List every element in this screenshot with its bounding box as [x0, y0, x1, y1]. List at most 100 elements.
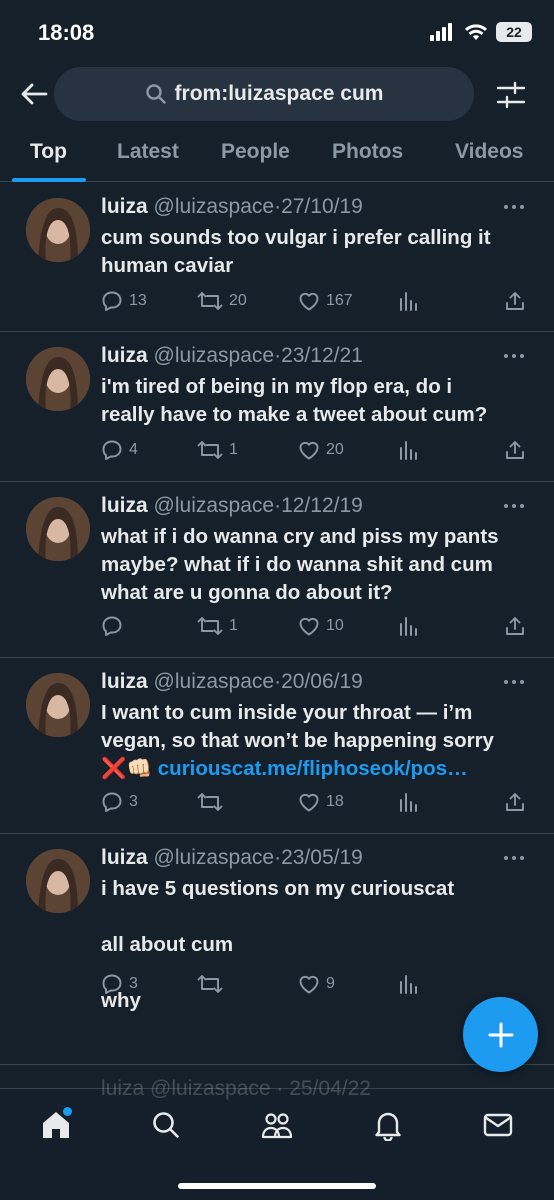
author-name[interactable]: luiza [101, 670, 148, 693]
emoji: ❌👊🏻 [101, 757, 153, 780]
author-handle[interactable]: @luizaspace [154, 670, 275, 693]
author-handle[interactable]: @luizaspace [154, 344, 275, 367]
author-handle[interactable]: @luizaspace [154, 846, 275, 869]
heart-icon [299, 975, 319, 994]
search-query: from:luizaspace cum [174, 82, 384, 105]
tweet-line: ❌👊🏻 curiouscat.me/fliphoseok/pos… [101, 755, 531, 783]
share-button[interactable] [504, 615, 526, 637]
tweet[interactable]: luiza @luizaspace·20/06/19 I want to cum… [0, 658, 554, 834]
retweet-button[interactable]: 20 [197, 290, 247, 312]
reply-button[interactable] [101, 615, 129, 637]
status-bar: 18:08 22 [0, 0, 554, 62]
share-button[interactable] [504, 791, 526, 813]
compose-tweet-button[interactable] [463, 997, 538, 1072]
views-icon [400, 617, 417, 636]
views-button[interactable] [398, 791, 418, 813]
tweet-date[interactable]: 20/06/19 [281, 670, 363, 693]
share-button[interactable] [504, 439, 526, 461]
wifi-icon [465, 24, 487, 40]
avatar[interactable] [26, 673, 90, 737]
tweet-line: what if i do wanna cry and piss my pants [101, 525, 499, 548]
author-name[interactable]: luiza [101, 846, 148, 869]
reply-count: 4 [129, 441, 138, 458]
retweet-button[interactable]: 1 [197, 615, 238, 637]
like-button[interactable]: 167 [298, 290, 353, 312]
avatar[interactable] [26, 347, 90, 411]
tweet-line: i have 5 questions on my curiouscat [101, 877, 455, 900]
views-button[interactable] [398, 439, 418, 461]
tab-people[interactable]: People [221, 140, 290, 164]
nav-notifications[interactable] [368, 1105, 408, 1145]
nav-communities[interactable] [257, 1105, 297, 1145]
share-button[interactable] [504, 290, 526, 312]
reply-button[interactable]: 4 [101, 439, 138, 461]
tweet-line: all about cum [101, 933, 234, 956]
like-button[interactable]: 10 [298, 615, 344, 637]
retweet-icon [197, 975, 223, 993]
search-input[interactable]: from:luizaspace cum [54, 67, 474, 121]
retweet-button[interactable] [197, 973, 229, 995]
tweet-link[interactable]: curiouscat.me/fliphoseok/pos… [158, 757, 468, 780]
share-icon [506, 441, 524, 459]
share-icon [506, 793, 524, 811]
tab-photos[interactable]: Photos [332, 140, 403, 164]
tweet-header: luiza @luizaspace·27/10/19 [101, 195, 363, 219]
author-handle[interactable]: @luizaspace [154, 494, 275, 517]
tab-latest[interactable]: Latest [117, 140, 179, 164]
avatar[interactable] [26, 849, 90, 913]
retweet-button[interactable]: 1 [197, 439, 238, 461]
tweet[interactable]: luiza @luizaspace·27/10/19 cum sounds to… [0, 183, 554, 332]
tweet-date[interactable]: 23/12/21 [281, 344, 363, 367]
reply-count: 3 [129, 793, 138, 810]
more-icon[interactable] [502, 199, 526, 215]
battery-indicator: 22 [496, 22, 532, 42]
home-indicator[interactable] [178, 1183, 376, 1189]
views-button[interactable] [398, 290, 418, 312]
tweet-text: cum sounds too vulgar i prefer calling i… [101, 224, 531, 280]
nav-home[interactable] [36, 1105, 76, 1145]
author-name[interactable]: luiza [101, 344, 148, 367]
tweet-line: really have to make a tweet about cum? [101, 403, 488, 426]
views-button[interactable] [398, 615, 418, 637]
nav-search[interactable] [146, 1105, 186, 1145]
more-icon[interactable] [502, 850, 526, 866]
more-icon[interactable] [502, 674, 526, 690]
like-button[interactable]: 9 [298, 973, 335, 995]
like-button[interactable]: 20 [298, 439, 344, 461]
tweet[interactable]: luiza @luizaspace·23/12/21 i'm tired of … [0, 332, 554, 482]
reply-button[interactable]: 13 [101, 290, 147, 312]
tweet-date[interactable]: 12/12/19 [281, 494, 363, 517]
tab-videos[interactable]: Videos [455, 140, 523, 164]
reply-button[interactable]: 3 [101, 791, 138, 813]
back-arrow-icon[interactable] [18, 78, 50, 110]
more-icon[interactable] [502, 498, 526, 514]
retweet-button[interactable] [197, 791, 229, 813]
author-name[interactable]: luiza [101, 195, 148, 218]
author-handle[interactable]: @luizaspace [154, 195, 275, 218]
bell-icon [375, 1112, 401, 1141]
communities-icon [261, 1113, 293, 1139]
retweet-icon [197, 441, 223, 459]
tweet[interactable]: luiza @luizaspace·12/12/19 what if i do … [0, 482, 554, 658]
tweet-text: I want to cum inside your throat — i’m ve… [101, 699, 531, 783]
views-icon [400, 975, 417, 994]
avatar[interactable] [26, 198, 90, 262]
tweet-date[interactable]: 27/10/19 [281, 195, 363, 218]
more-icon[interactable] [502, 348, 526, 364]
tweet-date[interactable]: 23/05/19 [281, 846, 363, 869]
tweet-line: i'm tired of being in my flop era, do i [101, 375, 453, 398]
filter-sliders-icon[interactable] [494, 78, 528, 112]
next-tweet-peek: luiza @luizaspace · 25/04/22 [101, 1077, 371, 1100]
like-button[interactable]: 18 [298, 791, 344, 813]
tweet-actions: 3 18 [101, 791, 531, 815]
views-button[interactable] [398, 973, 418, 995]
reply-button[interactable]: 3 [101, 973, 138, 995]
tab-top[interactable]: Top [30, 140, 67, 164]
nav-messages[interactable] [478, 1105, 518, 1145]
tweet-line: what are u gonna do about it? [101, 581, 393, 604]
author-name[interactable]: luiza [101, 494, 148, 517]
heart-icon [299, 292, 319, 311]
like-count: 10 [326, 617, 344, 634]
avatar[interactable] [26, 497, 90, 561]
